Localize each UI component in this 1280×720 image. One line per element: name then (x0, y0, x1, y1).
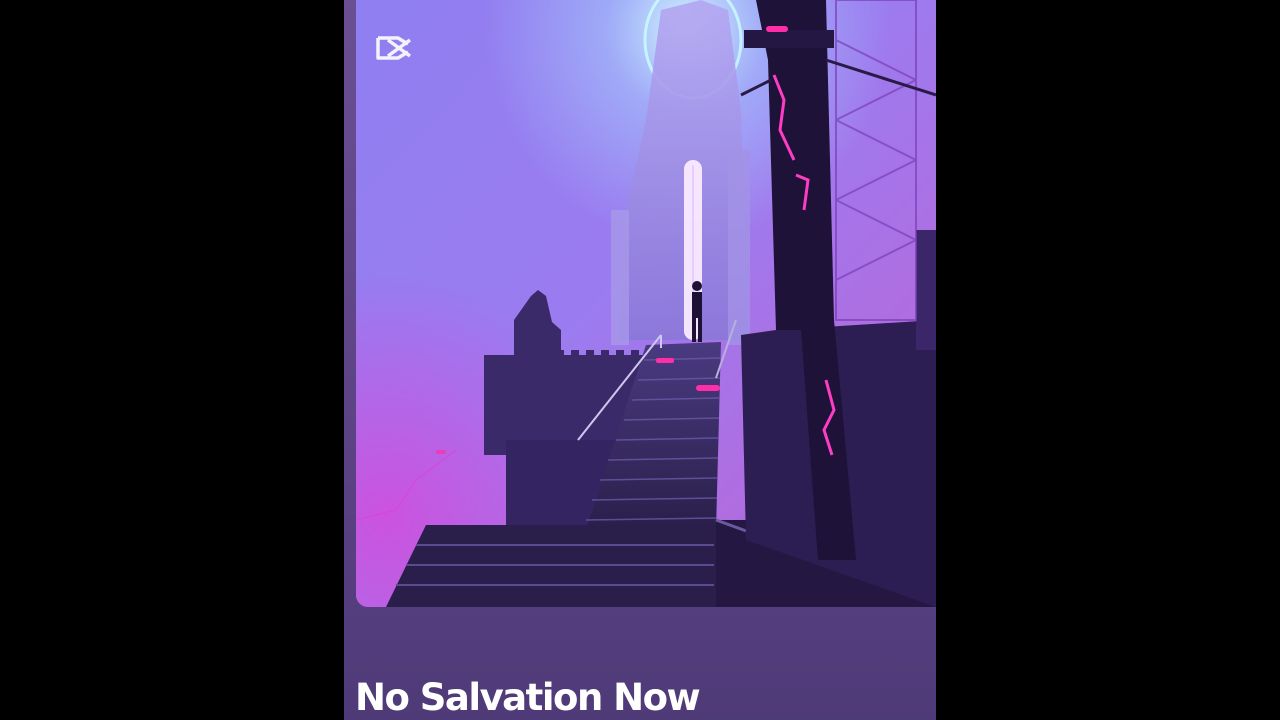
artwork-image (356, 0, 936, 607)
video-title: No Salvation Now (355, 676, 701, 719)
video-card: No Salvation Now (344, 0, 936, 720)
capcut-logo-icon (374, 32, 414, 64)
video-frame: No Salvation Now (0, 0, 1280, 720)
